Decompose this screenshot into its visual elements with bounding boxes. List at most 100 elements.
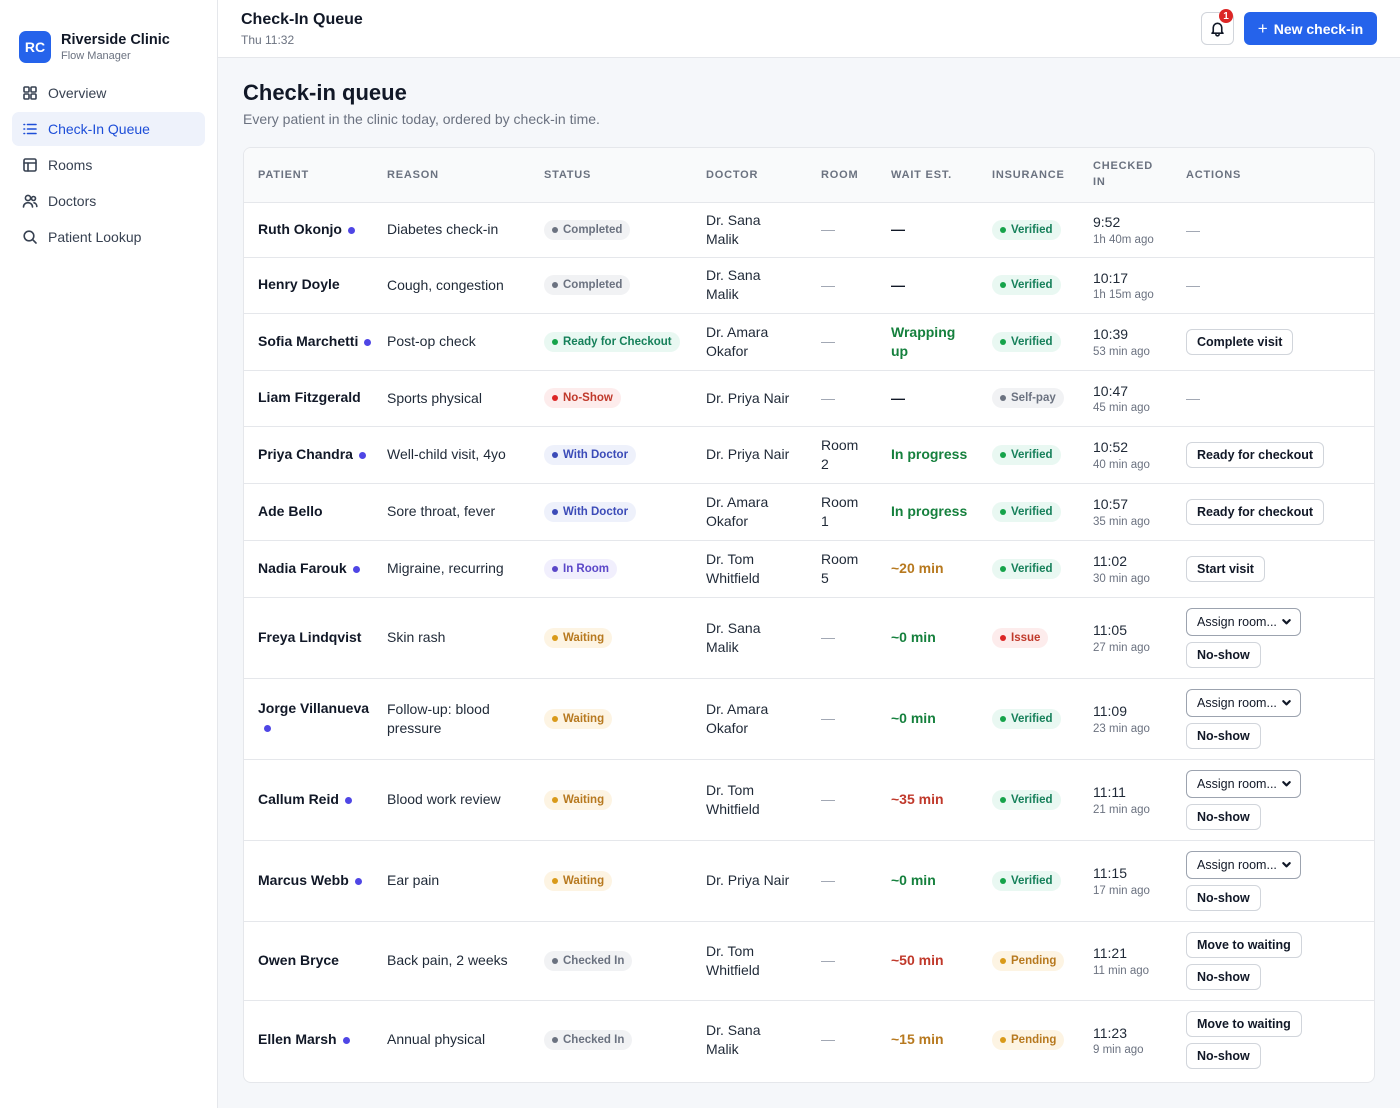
status-dot-icon (552, 877, 558, 884)
room-text: — (821, 389, 835, 406)
checked-in-ago: 9 min ago (1093, 1043, 1144, 1056)
no-show-button[interactable]: No-show (1186, 803, 1261, 830)
chevron-down-icon (1282, 700, 1291, 706)
primary-action-button[interactable]: Move to waiting (1186, 931, 1302, 958)
column-header[interactable]: PATIENT (244, 148, 373, 203)
reason-cell: Well-child visit, 4yo (373, 426, 530, 484)
column-header[interactable]: CHECKED IN (1079, 148, 1172, 203)
status-text: Checked In (563, 1033, 625, 1046)
status-cell: With Doctor (530, 483, 692, 541)
status-text: Completed (563, 223, 623, 236)
reason-cell: Post-op check (373, 313, 530, 371)
room-text: — (821, 952, 835, 969)
checked-in-ago: 35 min ago (1093, 515, 1150, 528)
patient-name[interactable]: Sofia Marchetti (258, 332, 373, 352)
assign-room-select[interactable]: Assign room... (1186, 769, 1301, 798)
status-cell: Waiting (530, 759, 692, 841)
new-check-in-button[interactable]: + New check-in (1244, 12, 1377, 45)
no-show-button[interactable]: No-show (1186, 641, 1261, 668)
wait-estimate: — (891, 389, 905, 406)
insurance-cell: Verified (978, 840, 1079, 922)
column-header[interactable]: ACTIONS (1172, 148, 1374, 203)
status-dot-icon (552, 957, 558, 964)
chevron-down-icon (1282, 862, 1291, 868)
patient-name[interactable]: Ade Bello (258, 502, 373, 522)
patient-cell: Jorge Villanueva (244, 678, 373, 760)
table-row: Owen Bryce Back pain, 2 weeks Checked In Dr… (244, 921, 1374, 1001)
patient-name[interactable]: Freya Lindqvist (258, 628, 373, 648)
patient-name[interactable]: Callum Reid (258, 790, 373, 810)
sidebar-item-doctors[interactable]: Doctors (12, 184, 205, 218)
insurance-cell: Pending (978, 921, 1079, 1001)
insurance-badge: Verified (992, 870, 1061, 891)
no-show-button[interactable]: No-show (1186, 884, 1261, 911)
sidebar-item-rooms[interactable]: Rooms (12, 148, 205, 182)
primary-action-button[interactable]: Ready for checkout (1186, 498, 1325, 525)
column-header[interactable]: WAIT EST. (877, 148, 978, 203)
room-cell: — (807, 257, 877, 314)
patient-name[interactable]: Nadia Farouk (258, 559, 373, 579)
patient-name-text: Sofia Marchetti (258, 332, 359, 349)
patient-name[interactable]: Ruth Okonjo (258, 220, 373, 240)
assign-room-select[interactable]: Assign room... (1186, 850, 1301, 879)
wait-cell: In progress (877, 483, 978, 541)
status-badge: Checked In (544, 1029, 633, 1050)
patient-name[interactable]: Ellen Marsh (258, 1030, 373, 1050)
actions-cell: Assign room... No-show (1172, 840, 1374, 922)
primary-action-button[interactable]: Ready for checkout (1186, 441, 1325, 468)
doctor-cell: Dr. Sana Malik (692, 1000, 807, 1079)
patient-cell: Freya Lindqvist (244, 597, 373, 679)
doctor-cell: Dr. Sana Malik (692, 597, 807, 679)
table-row: Sofia Marchetti Post-op check Ready for Ch… (244, 313, 1374, 371)
status-badge: Waiting (544, 627, 613, 648)
reason-cell: Sore throat, fever (373, 483, 530, 541)
column-header[interactable]: STATUS (530, 148, 692, 203)
no-show-button[interactable]: No-show (1186, 1042, 1261, 1069)
column-header[interactable]: DOCTOR (692, 148, 807, 203)
row-actions: Ready for checkout (1186, 498, 1374, 525)
wait-cell: In progress (877, 426, 978, 484)
doctor-cell: Dr. Amara Okafor (692, 483, 807, 541)
primary-action-button[interactable]: Complete visit (1186, 328, 1294, 355)
patient-name[interactable]: Henry Doyle (258, 275, 373, 295)
insurance-text: Issue (1011, 631, 1041, 644)
insurance-dot-icon (1000, 715, 1006, 722)
sidebar-item-patient-lookup[interactable]: Patient Lookup (12, 220, 205, 254)
sidebar-item-overview[interactable]: Overview (12, 76, 205, 110)
patient-cell: Nadia Farouk (244, 540, 373, 598)
column-header[interactable]: REASON (373, 148, 530, 203)
primary-action-button[interactable]: Start visit (1186, 555, 1265, 582)
patient-name[interactable]: Marcus Webb (258, 871, 373, 891)
patient-name-text: Marcus Webb (258, 871, 349, 888)
assign-room-select[interactable]: Assign room... (1186, 607, 1301, 636)
no-show-button[interactable]: No-show (1186, 963, 1261, 990)
primary-action-button[interactable]: Move to waiting (1186, 1010, 1302, 1037)
status-text: With Doctor (563, 448, 629, 461)
table-row: Jorge Villanueva Follow-up: blood pressur… (244, 678, 1374, 760)
brand-logo: RC (19, 31, 51, 63)
patient-name[interactable]: Owen Bryce (258, 951, 373, 971)
insurance-cell: Verified (978, 678, 1079, 760)
status-dot-icon (552, 338, 558, 345)
table-header-row: PATIENT REASON STATUS DOCTOR ROOM WAIT E… (244, 148, 1374, 203)
doctor-cell: Dr. Priya Nair (692, 370, 807, 427)
column-header[interactable]: INSURANCE (978, 148, 1079, 203)
patient-name[interactable]: Liam Fitzgerald (258, 388, 373, 408)
doctor-cell: Dr. Amara Okafor (692, 678, 807, 760)
row-actions: Move to waiting No-show (1186, 1010, 1374, 1069)
checked-in-time: 10:52 (1093, 439, 1129, 456)
no-show-button[interactable]: No-show (1186, 722, 1261, 749)
row-actions: Assign room... No-show (1186, 688, 1374, 749)
status-cell: Ready for Checkout (530, 313, 692, 371)
sidebar-item-check-in-queue[interactable]: Check-In Queue (12, 112, 205, 146)
patient-cell: Marcus Webb (244, 840, 373, 922)
checked-in-ago: 27 min ago (1093, 641, 1150, 654)
patient-name[interactable]: Jorge Villanueva (258, 699, 373, 738)
status-cell: Waiting (530, 840, 692, 922)
patient-name-text: Ruth Okonjo (258, 220, 342, 237)
patient-cell: Ade Bello (244, 483, 373, 541)
assign-room-select[interactable]: Assign room... (1186, 688, 1301, 717)
status-badge: With Doctor (544, 444, 637, 465)
patient-name[interactable]: Priya Chandra (258, 445, 373, 465)
column-header[interactable]: ROOM (807, 148, 877, 203)
